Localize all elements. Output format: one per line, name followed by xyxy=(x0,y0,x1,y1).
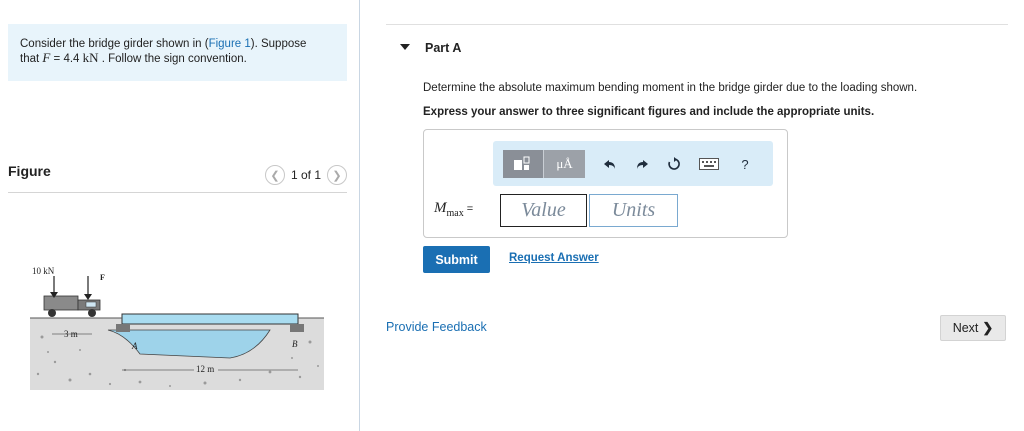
problem-statement: Consider the bridge girder shown in (Fig… xyxy=(8,24,347,81)
right-panel: Part A xyxy=(386,24,1008,69)
value-placeholder: Value xyxy=(521,199,566,221)
units-placeholder: Units xyxy=(611,199,656,221)
reset-icon xyxy=(668,157,680,170)
answer-label-main: M xyxy=(434,200,447,216)
help-icon: ? xyxy=(741,156,749,172)
point-b-label: B xyxy=(292,339,298,349)
previous-figure-button[interactable]: ❮ xyxy=(264,165,285,185)
request-answer-link[interactable]: Request Answer xyxy=(509,252,599,264)
template-buttons: μÅ xyxy=(503,150,585,178)
next-label: Next xyxy=(952,321,979,335)
figure-title: Figure xyxy=(8,163,51,179)
problem-text-2: ). Suppose xyxy=(250,38,307,50)
reset-button[interactable] xyxy=(665,149,683,179)
girder xyxy=(121,313,299,325)
templates-icon xyxy=(514,156,530,170)
redo-icon xyxy=(637,160,648,169)
bridge-girder-figure: 10 kN F 3 m A B 12 m xyxy=(30,266,324,390)
pager-label: 1 of 1 xyxy=(290,168,321,182)
units-symbol-button[interactable]: μÅ xyxy=(544,150,585,178)
next-button[interactable]: Next ❯ xyxy=(940,315,1006,341)
math-toolbar: μÅ ? xyxy=(493,141,773,186)
problem-text-4: = 4.4 xyxy=(50,53,83,65)
provide-feedback-link[interactable]: Provide Feedback xyxy=(386,320,487,334)
redo-button[interactable] xyxy=(633,149,651,179)
caret-down-icon[interactable] xyxy=(400,44,410,50)
answer-label-sub: max xyxy=(446,208,464,219)
instruction-text: Express your answer to three significant… xyxy=(423,106,875,118)
question-text: Determine the absolute maximum bending m… xyxy=(423,82,918,94)
support-b xyxy=(290,324,304,332)
truck xyxy=(43,295,101,317)
answer-label: Mmax = xyxy=(434,200,473,219)
problem-text-3: that xyxy=(20,53,43,65)
chevron-right-icon: ❯ xyxy=(332,169,342,182)
dim-12m-label: 12 m xyxy=(196,364,214,374)
figure-pager: ❮ 1 of 1 ❯ xyxy=(264,165,347,185)
left-panel: Consider the bridge girder shown in (Fig… xyxy=(0,0,360,431)
help-button[interactable]: ? xyxy=(737,149,753,179)
chevron-right-icon: ❯ xyxy=(982,320,994,335)
problem-text-1: Consider the bridge girder shown in ( xyxy=(20,38,209,50)
submit-button[interactable]: Submit xyxy=(423,246,490,273)
next-figure-button[interactable]: ❯ xyxy=(327,165,347,185)
load-label-10kn: 10 kN xyxy=(32,266,55,276)
dim-3m-label: 3 m xyxy=(64,329,78,339)
load-label-f: F xyxy=(100,273,105,282)
chevron-left-icon: ❮ xyxy=(270,169,280,182)
figure-link[interactable]: Figure 1 xyxy=(209,38,251,50)
figure-header: Figure ❮ 1 of 1 ❯ xyxy=(8,162,347,193)
support-a xyxy=(116,324,130,332)
undo-button[interactable] xyxy=(601,149,619,179)
keyboard-icon xyxy=(699,158,719,170)
value-input[interactable]: Value xyxy=(500,194,587,227)
part-a-header[interactable]: Part A xyxy=(386,24,1008,69)
part-title: Part A xyxy=(425,41,462,55)
problem-text-5: . Follow the sign convention. xyxy=(98,53,247,65)
mu-angstrom-label: μÅ xyxy=(556,156,573,171)
undo-icon xyxy=(604,160,615,169)
units-input[interactable]: Units xyxy=(589,194,678,227)
point-a-label: A xyxy=(131,341,138,351)
answer-box: μÅ ? Mmax = Value Units xyxy=(423,129,788,238)
templates-button[interactable] xyxy=(503,150,544,178)
force-unit: kN xyxy=(82,50,99,65)
keyboard-button[interactable] xyxy=(697,149,721,179)
answer-label-eq: = xyxy=(466,203,474,215)
